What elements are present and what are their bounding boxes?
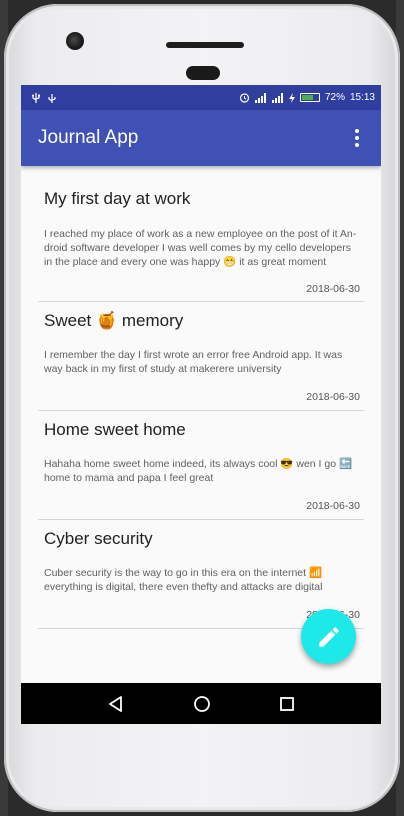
phone-screen: 72% 15:13 Journal App My first day at wo…	[21, 85, 381, 724]
list-item[interactable]: Sweet 🍯 memory I remember the day I firs…	[38, 302, 364, 411]
list-item[interactable]: My first day at work I reached my place …	[38, 166, 364, 302]
entry-date: 2018-06-30	[306, 391, 360, 403]
status-bar: 72% 15:13	[21, 85, 381, 110]
entry-title: Sweet 🍯 memory	[44, 311, 184, 330]
app-title: Journal App	[38, 127, 139, 148]
alarm-icon	[239, 93, 250, 103]
edit-pencil-icon	[318, 626, 339, 647]
front-camera	[66, 32, 84, 50]
app-bar: Journal App	[21, 110, 381, 166]
proximity-sensor	[186, 66, 220, 80]
navigation-bar	[21, 683, 381, 724]
signal-icon	[271, 92, 283, 103]
entry-date: 2018-06-30	[306, 500, 360, 512]
entry-body: Hahaha home sweet home indeed, its alway…	[44, 458, 353, 484]
battery-icon	[299, 93, 320, 102]
entry-body: Cuber security is the way to go in this …	[44, 567, 323, 593]
recents-icon[interactable]	[279, 696, 295, 712]
home-icon[interactable]	[193, 695, 211, 713]
list-item[interactable]: Home sweet home Hahaha home sweet home i…	[38, 411, 364, 520]
usb-icon	[32, 92, 40, 103]
signal-icon	[254, 92, 266, 103]
battery-percent: 72%	[324, 92, 345, 103]
earpiece-speaker	[166, 42, 244, 48]
overflow-menu-icon[interactable]	[347, 126, 367, 150]
entry-title: Home sweet home	[44, 420, 186, 439]
add-entry-button[interactable]	[301, 609, 356, 664]
entry-body: I remember the day I first wrote an erro…	[44, 349, 343, 375]
entry-body: I reached my place of work as a new empl…	[44, 228, 357, 268]
usb-debug-icon	[48, 93, 56, 103]
entry-title: My first day at work	[44, 189, 191, 208]
entry-date: 2018-06-30	[306, 283, 360, 295]
back-icon[interactable]	[107, 695, 125, 713]
entry-title: Cyber security	[44, 529, 153, 548]
journal-list[interactable]: My first day at work I reached my place …	[21, 166, 381, 683]
clock: 15:13	[349, 92, 375, 103]
charging-icon	[288, 92, 295, 103]
